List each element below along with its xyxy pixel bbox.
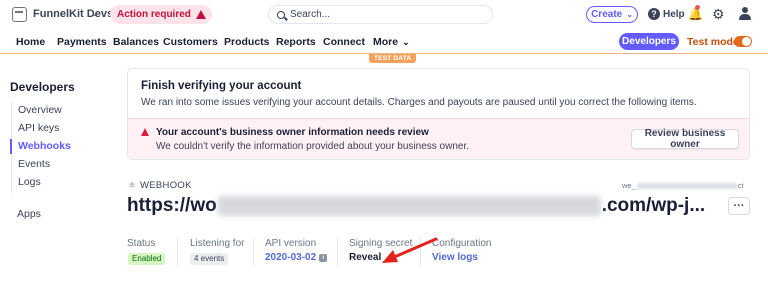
help-label: Help [663,8,685,20]
sidebar-title: Developers [10,80,75,94]
sidebar-item-apps[interactable]: Apps [17,208,41,220]
user-icon[interactable] [739,7,751,21]
test-data-tab: TEST DATA [369,54,417,63]
business-owner-alert: Your account's business owner informatio… [128,118,749,159]
configuration-label: Configuration [432,238,492,249]
more-options-button[interactable]: ··· [728,197,750,215]
main-nav: Home Payments Balances Customers Product… [0,30,768,54]
status-badge: Enabled [128,253,166,265]
verify-title: Finish verifying your account [141,80,302,92]
divider [253,238,254,266]
create-button[interactable]: Create ⌄ [586,6,638,23]
gear-icon[interactable]: ⚙ [712,6,725,23]
divider [177,238,178,266]
chevron-down-icon[interactable]: ⌄ [91,8,99,19]
annotation-arrow-icon [382,237,438,263]
redacted-id [636,182,737,189]
test-mode-toggle[interactable] [734,36,752,47]
api-version-text: 2020-03-02 [265,252,317,263]
webhook-id-suffix: ct [737,181,744,190]
events-count-badge[interactable]: 4 events [190,253,229,265]
sidebar-item-logs[interactable]: Logs [18,176,41,188]
sidebar-active-indicator [10,139,12,154]
info-icon[interactable]: i [319,253,328,262]
sidebar-item-webhooks[interactable]: Webhooks [18,140,71,152]
nav-home[interactable]: Home [16,36,45,48]
account-name[interactable]: FunnelKit Devs [33,8,113,20]
webhook-id-prefix: we_ [622,181,636,190]
webhook-url-end: .com/wp-j... [601,195,706,216]
verify-account-card: Finish verifying your account We ran int… [127,68,750,160]
alert-title: Your account's business owner informatio… [156,127,429,138]
help-button[interactable]: ? Help [648,8,685,20]
create-label: Create [591,9,623,20]
webhook-section-label: WEBHOOK [140,180,192,191]
webhook-url-start: https://wo [127,195,217,216]
review-business-owner-button[interactable]: Review business owner [631,128,739,150]
api-version-value[interactable]: 2020-03-02 i [265,252,328,263]
webhook-url: https://wo .com/wp-j... [127,195,705,217]
nav-more-label: More [373,36,399,48]
action-required-badge[interactable]: Action required [110,5,212,24]
notification-dot [695,5,700,10]
webhook-id[interactable]: we_ ct [622,181,744,190]
alert-description: We couldn't verify the information provi… [156,141,470,152]
account-logo-icon[interactable] [12,7,27,22]
nav-payments[interactable]: Payments [57,36,107,48]
sidebar-item-overview[interactable]: Overview [18,104,62,116]
redacted-url [217,196,601,216]
search-bar[interactable] [268,5,493,24]
action-required-label: Action required [117,9,191,20]
nav-balances[interactable]: Balances [113,36,159,48]
verify-description: We ran into some issues verifying your a… [141,97,697,108]
sidebar-item-events[interactable]: Events [18,158,50,170]
webhook-icon: ⚛ [128,180,137,190]
sidebar-item-api-keys[interactable]: API keys [18,122,59,134]
listening-label: Listening for [190,238,245,249]
nav-more[interactable]: More ⌄ [373,36,410,48]
nav-reports[interactable]: Reports [276,36,316,48]
warning-icon [195,10,206,19]
developers-button[interactable]: Developers [619,33,679,50]
nav-products[interactable]: Products [224,36,270,48]
help-icon: ? [648,8,660,20]
nav-customers[interactable]: Customers [163,36,218,48]
test-mode-label: Test mode [687,36,739,48]
divider [337,238,338,266]
api-version-label: API version [265,238,317,249]
nav-connect[interactable]: Connect [323,36,365,48]
warning-icon [141,128,149,136]
search-input[interactable] [290,9,480,20]
reveal-secret-button[interactable]: Reveal [349,252,381,263]
chevron-down-icon: ⌄ [402,36,410,47]
chevron-down-icon: ⌄ [626,10,633,19]
search-icon [277,10,285,19]
status-label: Status [127,238,156,249]
top-bar: FunnelKit Devs ⌄ Action required Create … [0,0,768,30]
